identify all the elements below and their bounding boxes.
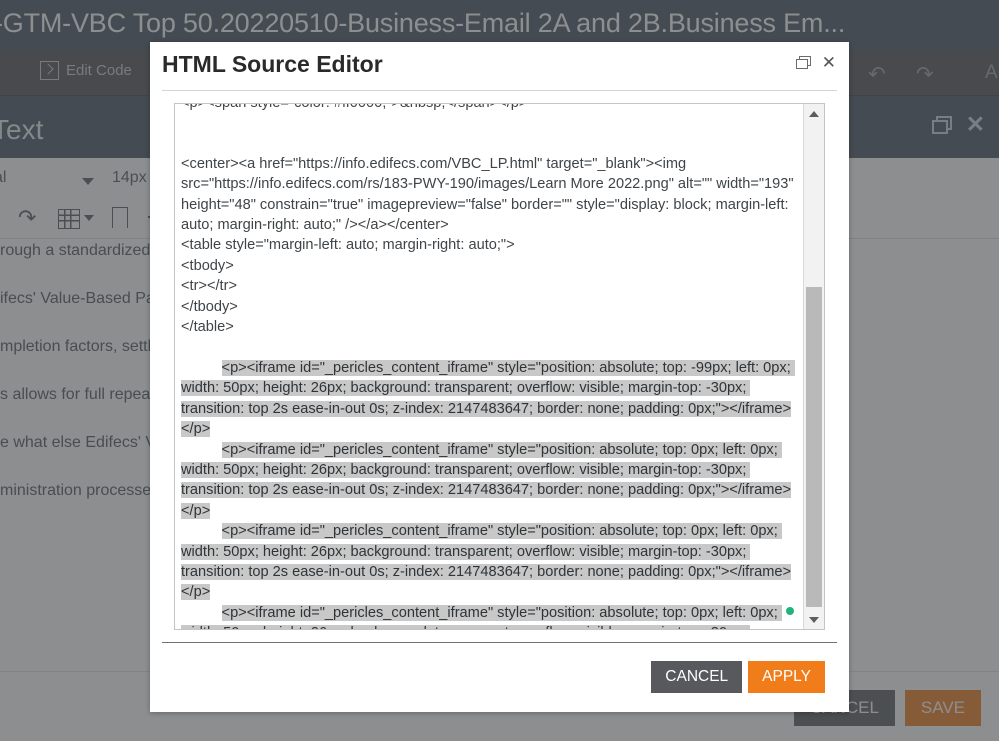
code-clipped-line-text: <p><span style="color: #ff0000;">&nbsp;<… [181, 104, 797, 113]
green-dot-indicator [786, 607, 794, 615]
dialog-title: HTML Source Editor [162, 51, 383, 78]
scroll-up-button[interactable] [804, 104, 824, 123]
dialog-header: HTML Source Editor ✕ [162, 42, 837, 91]
code-selected-block: <p><iframe id="_pericles_content_iframe"… [181, 605, 791, 629]
code-clipped-line: <p><span style="color: #ff0000;">&nbsp;<… [181, 104, 797, 113]
dialog-footer: CANCEL APPLY [162, 642, 837, 719]
apply-button[interactable]: APPLY [748, 661, 825, 693]
restore-icon[interactable] [796, 56, 810, 69]
code-content[interactable]: <center><a href="https://info.edifecs.co… [181, 113, 797, 629]
cancel-button[interactable]: CANCEL [651, 661, 742, 693]
scroll-down-button[interactable] [804, 610, 824, 629]
code-selected-block: <p><iframe id="_pericles_content_iframe"… [181, 442, 791, 519]
dialog-window-controls: ✕ [796, 56, 836, 69]
code-selected-block: <p><iframe id="_pericles_content_iframe"… [181, 360, 795, 437]
code-selected-block: <p><iframe id="_pericles_content_iframe"… [181, 523, 791, 600]
triangle-down-icon [809, 617, 819, 623]
dialog-footer-buttons: CANCEL APPLY [651, 661, 825, 693]
triangle-up-icon [809, 111, 819, 117]
code-scroll-viewport[interactable]: <p><span style="color: #ff0000;">&nbsp;<… [175, 104, 803, 629]
close-icon[interactable]: ✕ [822, 56, 836, 69]
html-source-textarea[interactable]: <p><span style="color: #ff0000;">&nbsp;<… [174, 103, 825, 630]
dialog-body: <p><span style="color: #ff0000;">&nbsp;<… [150, 91, 849, 630]
html-source-editor-dialog: HTML Source Editor ✕ <p><span style="col… [150, 42, 849, 712]
code-unselected-region: <center><a href="https://info.edifecs.co… [181, 154, 797, 338]
scrollbar-thumb[interactable] [806, 287, 822, 607]
vertical-scrollbar[interactable] [803, 104, 824, 629]
